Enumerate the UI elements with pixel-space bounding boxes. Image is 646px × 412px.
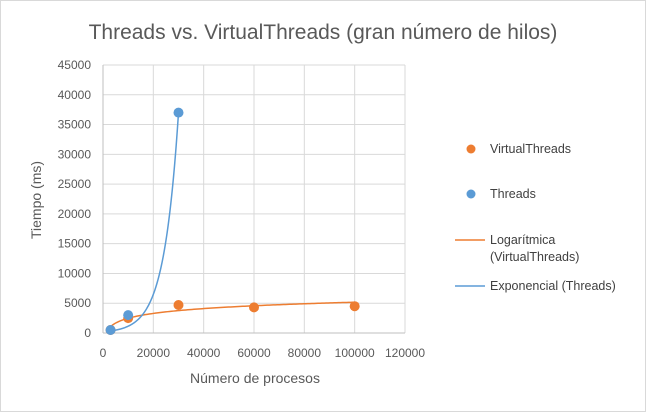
x-tick-label: 0 [100, 346, 107, 360]
y-tick-label: 35000 [58, 118, 92, 132]
data-point-virtualthreads [173, 300, 184, 311]
chart-title: Threads vs. VirtualThreads (gran número … [89, 21, 558, 44]
data-point-threads [173, 107, 184, 118]
legend: VirtualThreads Threads Logarítmica (Virtual… [455, 142, 616, 293]
series-layer [105, 107, 360, 336]
y-tick-label: 0 [84, 326, 91, 340]
data-point-threads [105, 325, 116, 336]
x-tick-labels: 0 20000 40000 60000 80000 100000 120000 [100, 346, 426, 360]
data-point-virtualthreads [349, 301, 360, 312]
y-tick-label: 45000 [58, 58, 92, 72]
x-tick-label: 80000 [288, 346, 322, 360]
trendline-logarithmic [110, 301, 355, 328]
legend-label: Exponencial (Threads) [490, 279, 616, 293]
legend-label: (VirtualThreads) [490, 250, 579, 264]
x-tick-label: 20000 [137, 346, 171, 360]
y-tick-label: 10000 [58, 266, 92, 280]
x-tick-label: 40000 [187, 346, 221, 360]
y-tick-labels: 0 5000 10000 15000 20000 25000 30000 35000 40000… [58, 58, 92, 340]
y-tick-label: 5000 [64, 296, 91, 310]
data-point-virtualthreads [249, 302, 259, 313]
legend-label: Logarítmica [490, 233, 555, 247]
legend-label: Threads [490, 187, 536, 201]
chart-svg: Threads vs. VirtualThreads (gran número … [28, 21, 616, 386]
x-axis-title: Número de procesos [190, 370, 320, 386]
y-tick-label: 20000 [58, 207, 92, 221]
grid [103, 64, 406, 333]
x-tick-label: 120000 [385, 346, 425, 360]
legend-marker-virtualthreads [466, 144, 476, 154]
chart-frame: Threads vs. VirtualThreads (gran número … [0, 0, 646, 412]
y-tick-label: 15000 [58, 237, 92, 251]
y-tick-label: 25000 [58, 177, 92, 191]
y-axis-title: Tiempo (ms) [28, 161, 44, 239]
x-tick-label: 60000 [237, 346, 271, 360]
legend-marker-threads [466, 189, 476, 199]
y-tick-label: 30000 [58, 147, 92, 161]
x-tick-label: 100000 [335, 346, 375, 360]
trendline-exponential [110, 112, 180, 332]
legend-label: VirtualThreads [490, 142, 571, 156]
data-point-threads [123, 310, 134, 321]
y-tick-label: 40000 [58, 88, 92, 102]
